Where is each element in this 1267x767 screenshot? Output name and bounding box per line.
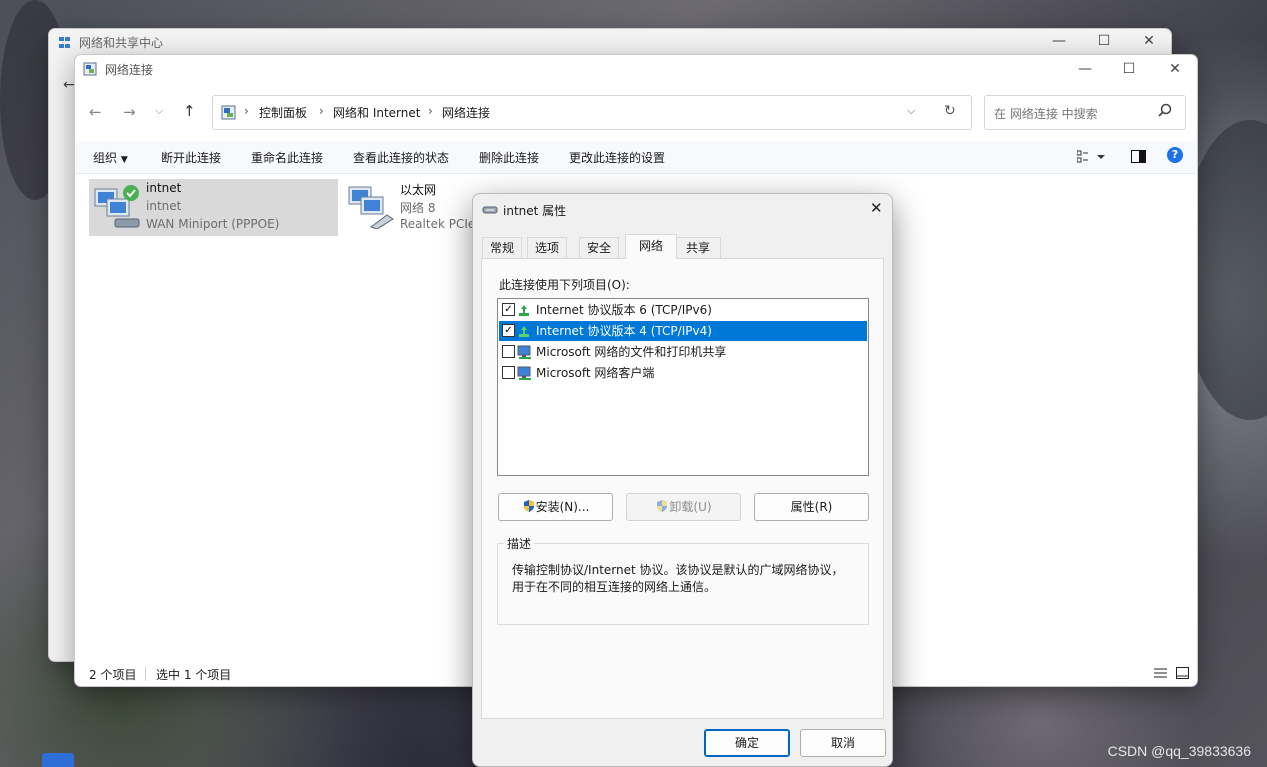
search-input[interactable]: 在 网络连接 中搜索 [994,105,1098,122]
tab-sharing[interactable]: 共享 [675,237,721,258]
network-connections-icon [83,62,97,76]
list-item-label: Internet 协议版本 4 (TCP/IPv4) [536,324,712,338]
item-count: 2 个项目 [89,668,137,682]
minimize-button[interactable]: — [1049,33,1069,49]
connection-item-intnet[interactable]: intnet intnet WAN Miniport (PPPOE) [89,179,338,236]
command-bar: 组织 ▼ 断开此连接 重命名此连接 查看此连接的状态 删除此连接 更改此连接的设… [75,141,1197,174]
help-icon[interactable]: ? [1167,147,1183,163]
connection-item-ethernet[interactable]: 以太网 网络 8 Realtek PCIe [345,179,475,236]
back-arrow-icon[interactable]: ← [63,77,75,93]
ipv4-checkbox[interactable]: ✓ [502,324,515,337]
connection-device: Realtek PCIe [400,217,476,231]
network-tab-panel: 此连接使用下列项目(O): ✓ Internet 协议版本 6 (TCP/IPv… [481,258,884,719]
refresh-icon[interactable]: ↻ [944,103,956,119]
list-item-ipv6[interactable]: ✓ Internet 协议版本 6 (TCP/IPv6) [499,300,867,320]
connection-properties-dialog: intnet 属性 ✕ 常规 选项 安全 网络 共享 此连接使用下列项目(O):… [472,193,893,767]
disconnect-button[interactable]: 断开此连接 [161,149,221,166]
network-client-icon [517,366,531,380]
dialog-title: intnet 属性 [503,204,567,218]
connection-subtitle: intnet [146,199,182,213]
tab-network[interactable]: 网络 [625,234,677,259]
list-item-file-printer-sharing[interactable]: Microsoft 网络的文件和打印机共享 [499,342,867,362]
window-title: 网络连接 [105,62,154,77]
list-item-ms-client[interactable]: Microsoft 网络客户端 [499,363,867,383]
ok-button[interactable]: 确定 [704,729,790,757]
list-item-ipv4[interactable]: ✓ Internet 协议版本 4 (TCP/IPv4) [499,321,867,341]
uninstall-button[interactable]: 卸载(U) [626,493,741,521]
address-dropdown-chevron-icon[interactable]: ⌵ [907,104,915,118]
connection-adapter-icon [482,204,498,218]
close-button[interactable]: ✕ [1165,61,1185,77]
control-panel-icon [221,105,236,123]
install-button[interactable]: 安装(N)... [498,493,613,521]
up-button[interactable]: ↑ [183,102,196,120]
dropdown-caret-icon: ▼ [120,155,128,165]
maximize-button[interactable]: ☐ [1094,33,1114,49]
connection-device: WAN Miniport (PPPOE) [146,217,280,231]
dialup-connection-icon [93,183,141,232]
ipv6-checkbox[interactable]: ✓ [502,303,515,316]
forward-button[interactable]: → [123,103,136,121]
description-label: 描述 [504,535,535,552]
uninstall-label: 卸载(U) [669,500,712,514]
change-settings-button[interactable]: 更改此连接的设置 [569,149,665,166]
file-sharing-checkbox[interactable] [502,345,515,358]
dialog-close-button[interactable]: ✕ [870,199,883,217]
close-button[interactable]: ✕ [1139,33,1159,49]
uac-shield-icon [655,500,669,514]
watermark: CSDN @qq_39833636 [1107,743,1251,759]
search-icon [1158,103,1172,120]
organize-menu[interactable]: 组织 ▼ [93,149,128,166]
cancel-button[interactable]: 取消 [800,729,886,757]
breadcrumb-control-panel[interactable]: 控制面板 [259,104,307,121]
tab-security[interactable]: 安全 [579,237,619,258]
organize-label: 组织 [93,151,118,165]
uac-shield-icon [522,500,536,514]
ms-client-checkbox[interactable] [502,366,515,379]
address-bar[interactable]: › 控制面板 › 网络和 Internet › 网络连接 ⌵ ↻ [212,95,972,130]
breadcrumb-separator-icon: › [244,104,249,118]
properties-button[interactable]: 属性(R) [754,493,869,521]
window-title: 网络和共享中心 [79,35,164,50]
maximize-button[interactable]: ☐ [1119,61,1139,77]
breadcrumb-network-internet[interactable]: 网络和 Internet [333,104,420,121]
list-label: 此连接使用下列项目(O): [499,278,630,292]
rename-button[interactable]: 重命名此连接 [251,149,323,166]
connection-subtitle: 网络 8 [400,201,436,215]
list-item-label: Internet 协议版本 6 (TCP/IPv6) [536,303,712,317]
breadcrumb-separator-icon: › [428,104,433,118]
view-options-icon[interactable] [1076,150,1107,167]
list-item-label: Microsoft 网络客户端 [536,366,655,380]
tab-general[interactable]: 常规 [482,237,522,258]
ethernet-connection-icon [347,183,395,232]
protocol-icon [517,303,531,317]
search-box[interactable]: 在 网络连接 中搜索 [984,95,1186,130]
minimize-button[interactable]: — [1075,61,1095,77]
recent-locations-chevron-icon[interactable]: ⌵ [155,104,163,118]
back-button[interactable]: ← [89,103,102,121]
description-group: 描述 传输控制协议/Internet 协议。该协议是默认的广域网络协议， 用于在… [497,535,869,625]
tiles-view-icon[interactable] [1176,667,1189,682]
list-item-label: Microsoft 网络的文件和打印机共享 [536,345,727,359]
breadcrumb-network-connections[interactable]: 网络连接 [442,104,490,121]
connection-name: 以太网 [400,183,437,197]
protocol-icon [517,324,531,338]
tab-options[interactable]: 选项 [527,237,567,258]
connection-name: intnet [146,181,182,195]
network-client-icon [517,345,531,359]
install-label: 安装(N)... [535,500,590,514]
components-list[interactable]: ✓ Internet 协议版本 6 (TCP/IPv6) ✓ Internet … [497,298,869,476]
taskbar-app-icon[interactable] [42,753,74,767]
details-view-icon[interactable] [1154,667,1167,682]
preview-pane-icon[interactable] [1131,150,1146,166]
breadcrumb-separator-icon: › [319,104,324,118]
status-divider [145,667,146,681]
description-text: 传输控制协议/Internet 协议。该协议是默认的广域网络协议， 用于在不同的… [512,563,844,594]
selection-count: 选中 1 个项目 [156,668,232,682]
network-center-icon [58,36,71,49]
view-status-button[interactable]: 查看此连接的状态 [353,149,449,166]
delete-button[interactable]: 删除此连接 [479,149,539,166]
